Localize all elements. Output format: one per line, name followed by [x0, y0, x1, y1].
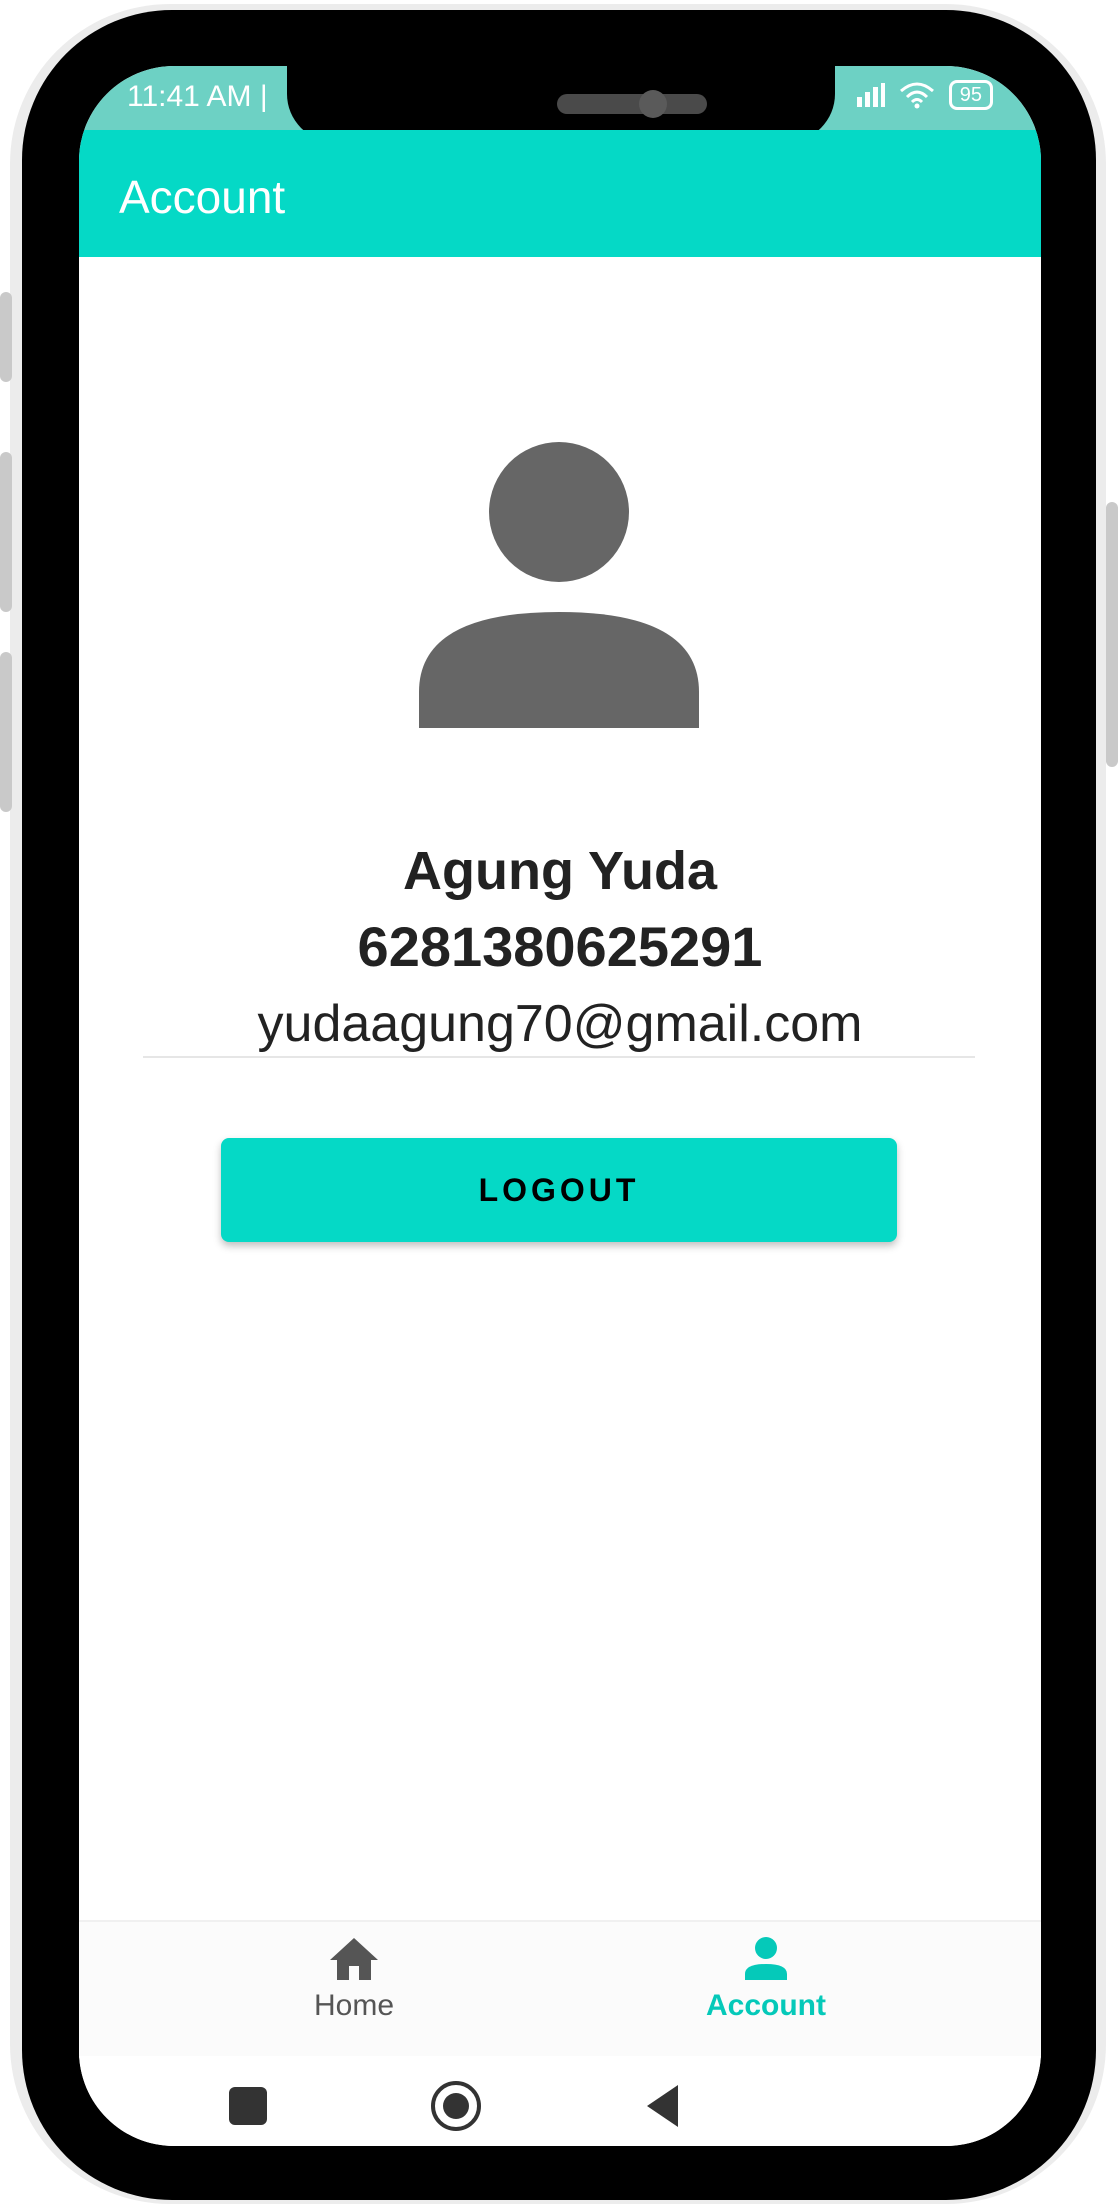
signal-icon: [856, 83, 885, 107]
profile-name: Agung Yuda: [402, 841, 717, 901]
nav-label-home: Home: [313, 1989, 395, 2022]
speaker-grille: [557, 94, 707, 114]
recents-icon[interactable]: [218, 2076, 278, 2136]
avatar-icon: [419, 442, 699, 728]
nav-label-account: Account: [706, 1989, 826, 2022]
app-bar: Account: [79, 130, 1041, 257]
back-icon[interactable]: [634, 2076, 694, 2136]
bottom-navigation: Home Account: [79, 1920, 1041, 2058]
phone-screen: 11:41 AM | 95 Account Agung Yuda 6281380…: [79, 66, 1041, 2146]
logout-button[interactable]: LOGOUT: [221, 1138, 897, 1242]
status-time: 11:41 AM |: [127, 80, 268, 113]
side-button-left-3: [0, 652, 12, 812]
battery-indicator: 95: [948, 80, 993, 110]
profile-email: yudaagung70@gmail.com: [257, 995, 863, 1053]
home-icon: [330, 1938, 378, 1980]
side-button-right: [1106, 502, 1118, 767]
side-button-left-1: [0, 292, 12, 382]
page-title: Account: [119, 171, 286, 223]
home-circle-icon[interactable]: [426, 2076, 486, 2136]
profile-phone: 6281380625291: [357, 915, 763, 978]
front-camera: [639, 90, 667, 118]
system-navigation-bar: [79, 2056, 1041, 2146]
wifi-icon: [899, 82, 934, 109]
status-icons: 95: [856, 80, 993, 110]
nav-item-home[interactable]: Home: [254, 1936, 454, 2023]
person-icon: [745, 1937, 787, 1980]
nav-item-account[interactable]: Account: [666, 1936, 866, 2023]
divider: [143, 1056, 975, 1058]
side-button-left-2: [0, 452, 12, 612]
